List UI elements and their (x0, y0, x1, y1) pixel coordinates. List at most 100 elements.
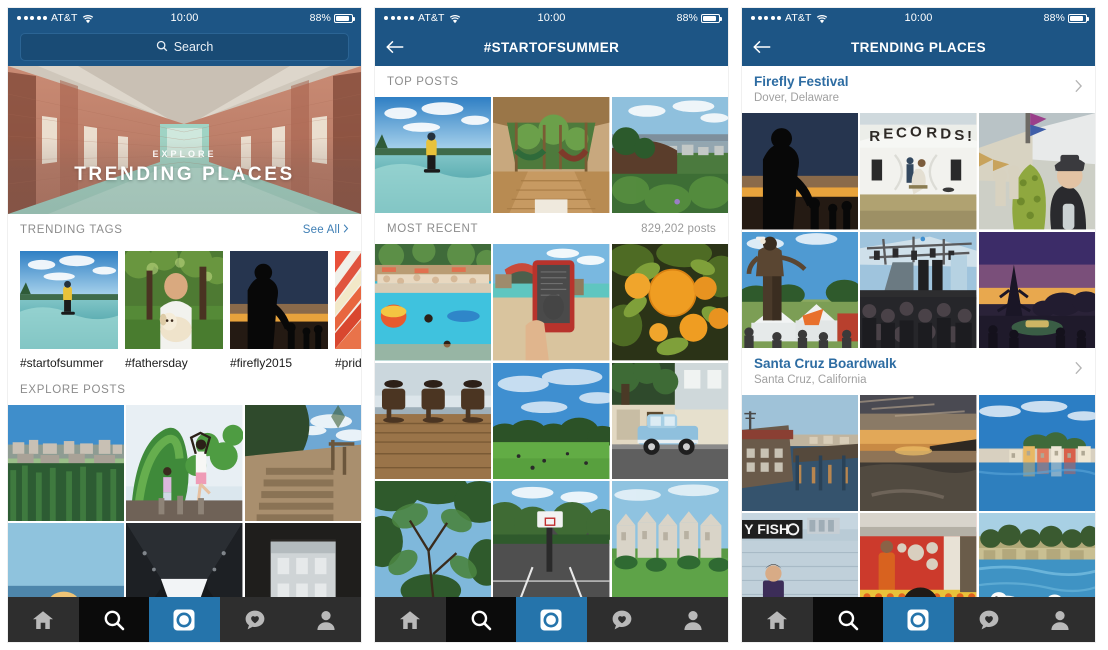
explore-post-cell[interactable] (244, 405, 361, 522)
explore-post-cell[interactable] (8, 405, 125, 522)
trending-tag-item[interactable]: #startofsummer (20, 251, 118, 370)
trending-tags-title: TRENDING TAGS (20, 223, 123, 236)
chevron-right-icon (1074, 79, 1083, 98)
recent-post-cell[interactable] (611, 244, 728, 361)
artwork-yoga-greenery (126, 405, 243, 522)
tab-profile[interactable] (657, 597, 728, 642)
trending-tag-label: #fathersday (125, 356, 188, 370)
artwork-harbor-houses (978, 395, 1095, 512)
artwork-festival-costume (978, 113, 1095, 230)
tab-home[interactable] (375, 597, 446, 642)
trending-tag-item[interactable]: #fathersday (125, 251, 223, 370)
battery-icon (334, 13, 355, 23)
home-icon (33, 610, 54, 629)
search-placeholder-label: Search (173, 40, 214, 54)
recent-post-cell[interactable] (493, 481, 610, 598)
trending-tag-item[interactable]: #prid (335, 251, 361, 370)
place-photo-cell[interactable] (742, 395, 859, 512)
recent-post-cell[interactable] (493, 362, 610, 480)
place-row[interactable]: Firefly Festival Dover, Delaware (742, 66, 1095, 114)
chevron-right-icon (1074, 361, 1083, 380)
recent-post-cell[interactable] (375, 481, 492, 598)
home-icon (400, 610, 421, 629)
heart-bubble-icon (612, 610, 632, 629)
recent-post-cell[interactable] (493, 244, 610, 361)
tab-search[interactable] (78, 597, 150, 642)
back-button[interactable] (742, 40, 772, 54)
phone-panel-explore: AT&T 10:00 88% Search EXPLORE TRENDING P… (8, 8, 361, 642)
tab-camera[interactable] (883, 597, 954, 642)
explore-search-bar: Search (8, 28, 361, 66)
place-name: Firefly Festival (754, 74, 849, 89)
tab-activity[interactable] (586, 597, 658, 642)
hero-trending-places[interactable]: EXPLORE TRENDING PLACES (8, 66, 361, 214)
place-location: Santa Cruz, California (754, 374, 867, 387)
place-photo-cell[interactable] (978, 113, 1095, 230)
search-input[interactable]: Search (20, 33, 349, 61)
recent-post-cell[interactable] (611, 362, 728, 480)
top-post-cell[interactable] (493, 97, 610, 214)
svg-text:Y FISH: Y FISH (744, 521, 789, 537)
place-photo-cell[interactable] (978, 395, 1095, 512)
place-photo-cell[interactable] (860, 231, 977, 348)
artwork-hillside-city (8, 405, 125, 522)
top-post-cell[interactable] (611, 97, 728, 214)
most-recent-title: MOST RECENT (387, 222, 479, 235)
svg-text:R: R (870, 128, 881, 145)
trending-tag-thumbnail (125, 251, 223, 349)
status-bar: AT&T 10:00 88% (375, 8, 728, 28)
place-photo-cell[interactable] (978, 231, 1095, 348)
place-photo-cell[interactable] (742, 231, 859, 348)
search-icon (156, 40, 168, 55)
artwork-stilt-walker (742, 231, 859, 348)
top-post-cell[interactable] (375, 97, 492, 214)
person-icon (1051, 610, 1069, 630)
svg-text:R: R (927, 125, 938, 142)
page-title: #STARTOFSUMMER (483, 39, 620, 55)
trending-tag-item[interactable]: #firefly2015 (230, 251, 328, 370)
artwork-wakeboard (20, 251, 118, 349)
see-all-button[interactable]: See All (303, 224, 349, 236)
places-nav-bar: TRENDING PLACES (742, 28, 1095, 66)
place-photo-cell[interactable] (860, 395, 977, 512)
trending-tag-label: #startofsummer (20, 356, 104, 370)
tab-camera[interactable] (149, 597, 220, 642)
tab-activity[interactable] (219, 597, 291, 642)
tab-home[interactable] (8, 597, 79, 642)
camera-icon (540, 609, 562, 630)
place-text-block: Santa Cruz Boardwalk Santa Cruz, Califor… (754, 355, 897, 386)
phone-panel-hashtag: AT&T 10:00 88% #STARTOFSUMMER TOP POSTS (375, 8, 728, 642)
hero-title-label: TRENDING PLACES (74, 164, 295, 186)
tab-camera[interactable] (516, 597, 587, 642)
back-arrow-icon (386, 40, 404, 54)
explore-post-cell[interactable] (126, 405, 243, 522)
back-button[interactable] (375, 40, 405, 54)
artwork-concert-stage (860, 231, 977, 348)
see-all-label: See All (302, 223, 340, 236)
status-bar-clock: 10:00 (537, 12, 566, 24)
tab-search[interactable] (812, 597, 884, 642)
tab-profile[interactable] (290, 597, 361, 642)
artwork-pool-party (375, 244, 492, 361)
top-posts-header: TOP POSTS (375, 66, 728, 97)
recent-post-cell[interactable] (375, 244, 492, 361)
tab-profile[interactable] (1024, 597, 1095, 642)
place-photo-cell[interactable] (742, 113, 859, 230)
recent-post-cell[interactable] (375, 362, 492, 480)
place-location: Dover, Delaware (754, 92, 840, 105)
camera-icon (173, 609, 195, 630)
svg-text:S: S (955, 127, 965, 144)
place-row[interactable]: Santa Cruz Boardwalk Santa Cruz, Califor… (742, 347, 1095, 396)
search-icon (471, 610, 492, 630)
tab-home[interactable] (742, 597, 813, 642)
artwork-wharf-dusk (742, 395, 859, 512)
tab-activity[interactable] (953, 597, 1025, 642)
trending-tags-strip[interactable]: #startofsummer #fathersday #firefly2015 … (8, 245, 361, 374)
person-icon (684, 610, 702, 630)
tab-search[interactable] (445, 597, 517, 642)
place-photo-cell[interactable]: R E C O R D S! (860, 113, 977, 230)
battery-icon (1068, 13, 1089, 23)
top-posts-title: TOP POSTS (387, 75, 459, 88)
recent-post-cell[interactable] (611, 481, 728, 598)
most-recent-grid (375, 244, 728, 598)
